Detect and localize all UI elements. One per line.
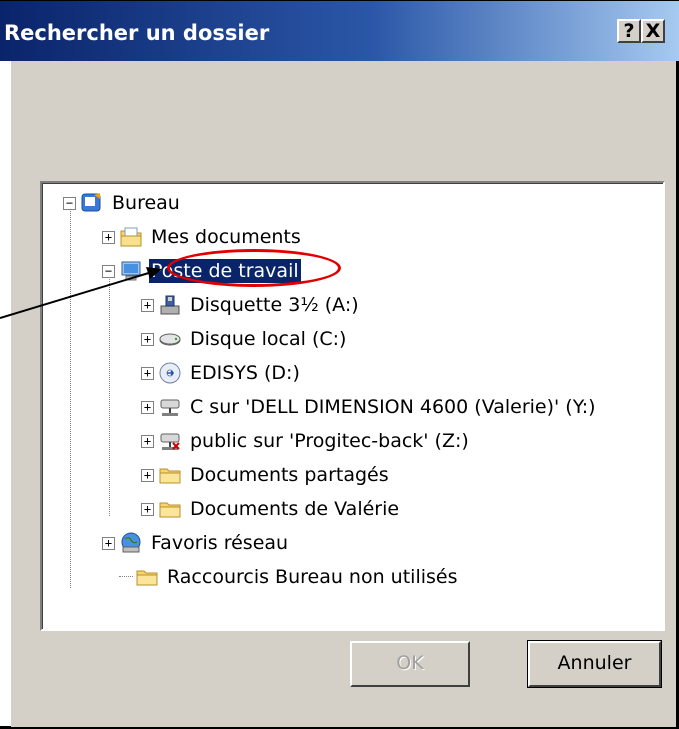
cancel-button[interactable]: Annuler	[527, 640, 662, 688]
expand-toggle[interactable]: +	[102, 230, 115, 244]
ok-button[interactable]: OK	[350, 641, 470, 687]
expand-toggle[interactable]: +	[141, 298, 154, 312]
tree-item-label: C sur 'DELL DIMENSION 4600 (Valerie)' (Y…	[190, 396, 596, 418]
collapse-toggle[interactable]: −	[102, 264, 115, 278]
folder-tree[interactable]: − Bureau + Mes documents − Poste de trav…	[40, 181, 665, 631]
tree-connector-line	[109, 276, 110, 516]
tree-item-network-drive-z[interactable]: + public sur 'Progitec-back' (Z:)	[141, 424, 471, 458]
my-computer-icon	[121, 261, 141, 281]
tree-item-favoris-reseau[interactable]: + Favoris réseau	[102, 526, 290, 560]
expand-toggle[interactable]: +	[141, 434, 154, 448]
network-places-icon	[121, 532, 141, 553]
floppy-drive-icon	[160, 295, 180, 315]
hard-drive-icon	[159, 333, 181, 346]
tree-item-disquette[interactable]: + Disquette 3½ (A:)	[141, 288, 361, 322]
tree-item-mes-documents[interactable]: + Mes documents	[102, 220, 303, 254]
tree-item-raccourcis-bureau[interactable]: Raccourcis Bureau non utilisés	[119, 560, 460, 594]
tree-item-network-drive-y[interactable]: + C sur 'DELL DIMENSION 4600 (Valerie)' …	[141, 390, 598, 424]
cd-drive-icon	[159, 362, 181, 384]
tree-item-label: public sur 'Progitec-back' (Z:)	[190, 430, 469, 452]
help-button[interactable]: ?	[617, 19, 641, 43]
tree-connector-line	[70, 208, 71, 588]
tree-item-label: EDISYS (D:)	[190, 362, 300, 384]
title-bar[interactable]: Rechercher un dossier ? X	[0, 1, 679, 61]
desktop-icon	[81, 193, 101, 212]
tree-item-label: Disque local (C:)	[190, 328, 347, 350]
collapse-toggle[interactable]: −	[63, 196, 76, 210]
tree-item-label: Raccourcis Bureau non utilisés	[167, 566, 458, 588]
network-drive-icon	[160, 399, 180, 416]
tree-item-label: Documents de Valérie	[190, 498, 400, 520]
expand-toggle[interactable]: +	[141, 400, 154, 414]
tree-item-edisys[interactable]: + EDISYS (D:)	[141, 356, 302, 390]
tree-item-label: Bureau	[112, 192, 180, 214]
tree-item-poste-de-travail[interactable]: − Poste de travail	[102, 254, 301, 288]
expand-toggle[interactable]: +	[141, 366, 154, 380]
tree-item-label: Disquette 3½ (A:)	[190, 294, 359, 316]
tree-item-bureau[interactable]: − Bureau	[63, 186, 182, 220]
folder-tree-inner: − Bureau + Mes documents − Poste de trav…	[42, 183, 663, 629]
dialog-title: Rechercher un dossier	[4, 21, 270, 45]
tree-item-label: Documents partagés	[190, 464, 389, 486]
expand-toggle[interactable]: +	[141, 502, 154, 516]
dialog-window: Rechercher un dossier ? X − Bureau + Mes…	[0, 0, 679, 729]
folder-icon	[159, 468, 181, 484]
expand-toggle[interactable]: +	[141, 468, 154, 482]
tree-item-disque-local[interactable]: + Disque local (C:)	[141, 322, 348, 356]
tree-connector	[119, 576, 133, 578]
folder-icon	[136, 570, 158, 586]
tree-item-documents-de-valerie[interactable]: + Documents de Valérie	[141, 492, 401, 526]
expand-toggle[interactable]: +	[102, 536, 115, 550]
folder-icon	[159, 502, 181, 518]
tree-item-label: Mes documents	[151, 226, 301, 248]
expand-toggle[interactable]: +	[141, 332, 154, 346]
tree-item-label: Favoris réseau	[151, 532, 289, 554]
tree-item-label: Poste de travail	[149, 259, 301, 283]
my-documents-icon	[120, 227, 142, 247]
close-button[interactable]: X	[641, 19, 665, 43]
network-drive-icon	[160, 433, 180, 450]
tree-item-documents-partages[interactable]: + Documents partagés	[141, 458, 391, 492]
